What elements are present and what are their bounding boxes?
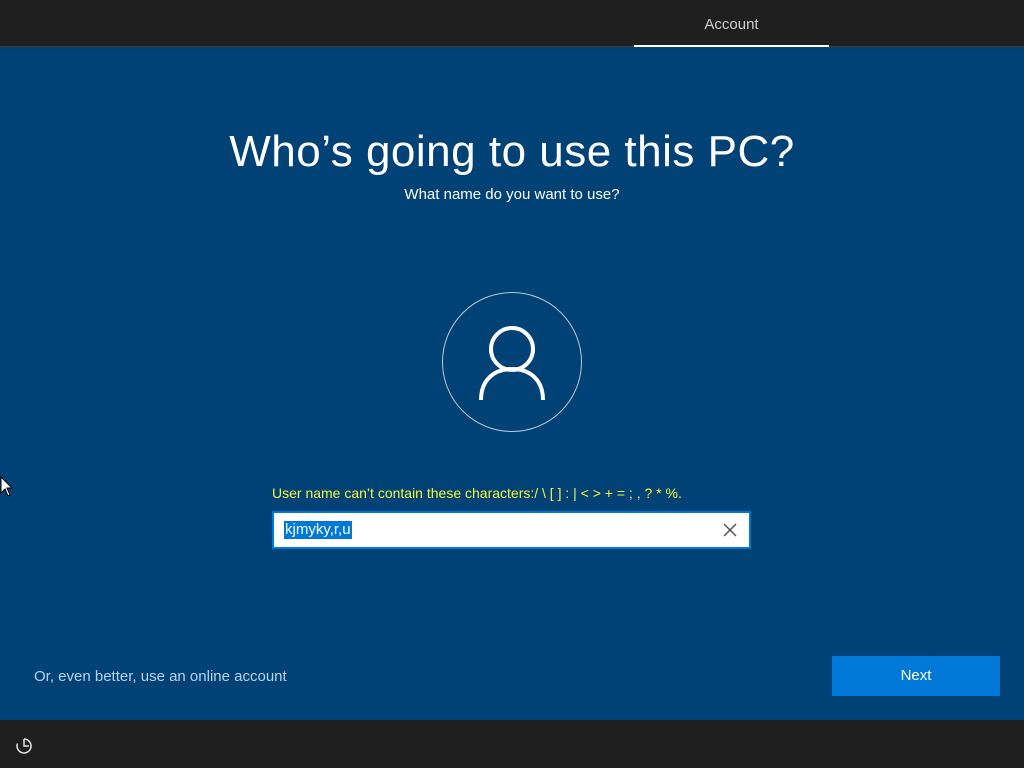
oobe-screen: Account Who’s going to use this PC? What… [0,0,1024,768]
bottom-bar [0,720,1024,768]
next-button[interactable]: Next [832,656,1000,696]
avatar [442,292,582,432]
tab-account-underline [634,45,829,47]
online-account-link[interactable]: Or, even better, use an online account [34,667,287,687]
mouse-pointer-icon [0,475,14,498]
ease-of-access-icon[interactable] [14,736,34,756]
close-icon [723,523,737,537]
clear-input-button[interactable] [719,519,741,541]
page-title: Who’s going to use this PC? [229,127,795,176]
top-bar: Account [0,0,1024,47]
page-subtitle: What name do you want to use? [404,186,620,203]
username-input[interactable]: kjmyky,r,u [272,511,751,549]
username-input-value[interactable]: kjmyky,r,u [284,521,352,539]
user-silhouette-icon [479,326,545,401]
validation-error-message: User name can’t contain these characters… [272,485,682,501]
tab-account: Account [704,16,759,33]
